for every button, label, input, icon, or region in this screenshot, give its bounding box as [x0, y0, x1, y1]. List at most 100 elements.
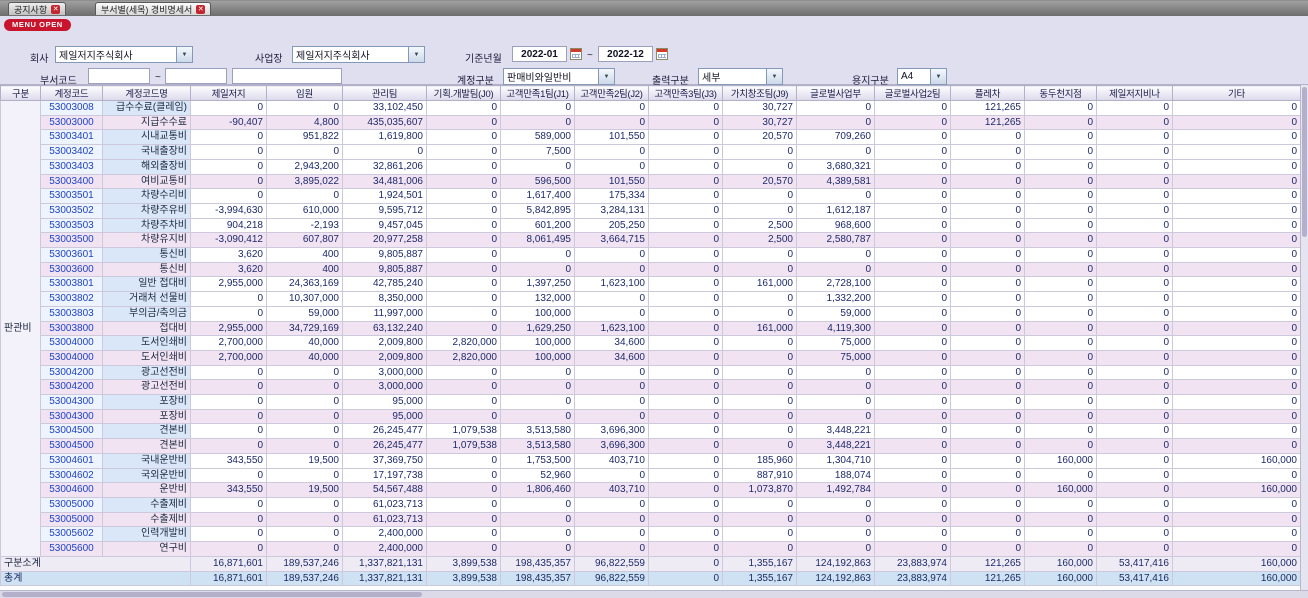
amount-cell[interactable]: 0 [648, 129, 723, 146]
amount-cell[interactable]: 2,728,100 [796, 276, 875, 293]
amount-cell[interactable]: 26,245,477 [342, 438, 427, 454]
amount-cell[interactable]: -2,193 [266, 217, 343, 234]
amount-cell[interactable]: 0 [266, 364, 343, 381]
amount-cell[interactable]: 30,727 [722, 114, 797, 131]
amount-cell[interactable]: 0 [796, 526, 875, 543]
account-code-cell[interactable]: 53005000 [40, 511, 103, 528]
account-name-cell[interactable]: 인력개발비 [102, 526, 191, 543]
amount-cell[interactable]: 0 [500, 511, 575, 528]
amount-cell[interactable]: 0 [574, 100, 649, 116]
amount-cell[interactable]: 0 [1096, 379, 1173, 396]
calendar-icon[interactable] [570, 48, 582, 60]
amount-cell[interactable]: 9,595,712 [342, 202, 427, 219]
amount-cell[interactable]: 0 [574, 511, 649, 528]
amount-cell[interactable]: 4,389,581 [796, 173, 875, 190]
amount-cell[interactable]: 3,696,300 [574, 423, 649, 440]
paper-type-select[interactable]: A4 ▼ [897, 68, 947, 85]
amount-cell[interactable]: 0 [648, 511, 723, 528]
amount-cell[interactable]: 0 [1172, 276, 1300, 293]
amount-cell[interactable]: 0 [190, 423, 267, 440]
amount-cell[interactable]: 0 [1172, 541, 1300, 557]
amount-cell[interactable]: 0 [1096, 438, 1173, 454]
amount-cell[interactable]: 0 [190, 467, 267, 484]
amount-cell[interactable]: 0 [950, 188, 1025, 204]
amount-cell[interactable]: 0 [1024, 349, 1097, 366]
amount-cell[interactable]: 0 [1096, 349, 1173, 366]
amount-cell[interactable]: 37,369,750 [342, 452, 427, 469]
amount-cell[interactable]: 0 [722, 496, 797, 513]
amount-cell[interactable]: 0 [950, 144, 1025, 160]
amount-cell[interactable]: 0 [426, 276, 501, 293]
amount-cell[interactable]: 0 [1172, 467, 1300, 484]
amount-cell[interactable]: 400 [266, 261, 343, 278]
account-name-cell[interactable]: 견본비 [102, 423, 191, 440]
amount-cell[interactable]: 0 [574, 379, 649, 396]
amount-cell[interactable]: 0 [950, 158, 1025, 175]
amount-cell[interactable]: 75,000 [796, 335, 875, 351]
account-code-cell[interactable]: 53003400 [40, 173, 103, 190]
amount-cell[interactable]: 0 [648, 261, 723, 278]
amount-cell[interactable]: 0 [648, 496, 723, 513]
amount-cell[interactable]: 4,800 [266, 114, 343, 131]
amount-cell[interactable]: 160,000 [1024, 452, 1097, 469]
amount-cell[interactable]: 0 [190, 305, 267, 322]
amount-cell[interactable]: 0 [190, 496, 267, 513]
amount-cell[interactable]: 0 [874, 364, 951, 381]
amount-cell[interactable]: 3,448,221 [796, 438, 875, 454]
amount-cell[interactable]: 0 [266, 467, 343, 484]
amount-cell[interactable]: 0 [1172, 320, 1300, 337]
amount-cell[interactable]: 0 [1096, 129, 1173, 146]
account-code-cell[interactable]: 53003800 [40, 320, 103, 337]
amount-cell[interactable]: 0 [1172, 261, 1300, 278]
account-name-cell[interactable]: 광고선전비 [102, 364, 191, 381]
amount-cell[interactable]: 0 [1024, 379, 1097, 396]
amount-cell[interactable]: 59,000 [796, 305, 875, 322]
amount-cell[interactable]: -3,090,412 [190, 232, 267, 249]
amount-cell[interactable]: 0 [1172, 408, 1300, 425]
amount-cell[interactable]: 0 [874, 511, 951, 528]
amount-cell[interactable]: 3,284,131 [574, 202, 649, 219]
account-name-cell[interactable]: 여비교통비 [102, 173, 191, 190]
amount-cell[interactable]: 40,000 [266, 335, 343, 351]
amount-cell[interactable]: 1,623,100 [574, 320, 649, 337]
account-group-select[interactable]: 판매비와일반비 ▼ [503, 68, 615, 85]
amount-cell[interactable]: 0 [426, 173, 501, 190]
account-name-cell[interactable]: 수출제비 [102, 511, 191, 528]
amount-cell[interactable]: -90,407 [190, 114, 267, 131]
amount-cell[interactable]: 9,805,887 [342, 261, 427, 278]
amount-cell[interactable]: 0 [648, 482, 723, 498]
amount-cell[interactable]: 5,842,895 [500, 202, 575, 219]
amount-cell[interactable]: 0 [1172, 173, 1300, 190]
amount-cell[interactable]: 0 [874, 247, 951, 263]
amount-cell[interactable]: 0 [722, 423, 797, 440]
amount-cell[interactable]: 3,000,000 [342, 379, 427, 396]
amount-cell[interactable]: 0 [796, 100, 875, 116]
amount-cell[interactable]: 0 [1096, 394, 1173, 410]
account-name-cell[interactable]: 차량수리비 [102, 188, 191, 204]
amount-cell[interactable]: 160,000 [1172, 452, 1300, 469]
amount-cell[interactable]: 34,481,006 [342, 173, 427, 190]
account-name-cell[interactable]: 급수수료(클레임) [102, 100, 191, 116]
amount-cell[interactable]: 0 [1096, 114, 1173, 131]
amount-cell[interactable]: 52,960 [500, 467, 575, 484]
amount-cell[interactable]: 0 [648, 114, 723, 131]
amount-cell[interactable]: 101,550 [574, 173, 649, 190]
amount-cell[interactable]: 205,250 [574, 217, 649, 234]
amount-cell[interactable]: 0 [722, 438, 797, 454]
amount-cell[interactable]: 0 [426, 217, 501, 234]
amount-cell[interactable]: 0 [950, 526, 1025, 543]
amount-cell[interactable]: 0 [950, 452, 1025, 469]
amount-cell[interactable]: 0 [1024, 144, 1097, 160]
account-code-cell[interactable]: 53005000 [40, 496, 103, 513]
account-code-cell[interactable]: 53003403 [40, 158, 103, 175]
account-name-cell[interactable]: 연구비 [102, 541, 191, 557]
workplace-select[interactable]: 제일저지주식회사 ▼ [292, 46, 425, 63]
amount-cell[interactable]: 904,218 [190, 217, 267, 234]
amount-cell[interactable]: 59,000 [266, 305, 343, 322]
amount-cell[interactable]: 2,009,800 [342, 335, 427, 351]
amount-cell[interactable]: 0 [1024, 467, 1097, 484]
amount-cell[interactable]: 0 [1096, 541, 1173, 557]
amount-cell[interactable]: 132,000 [500, 291, 575, 307]
amount-cell[interactable]: 1,073,870 [722, 482, 797, 498]
amount-cell[interactable]: 0 [874, 394, 951, 410]
